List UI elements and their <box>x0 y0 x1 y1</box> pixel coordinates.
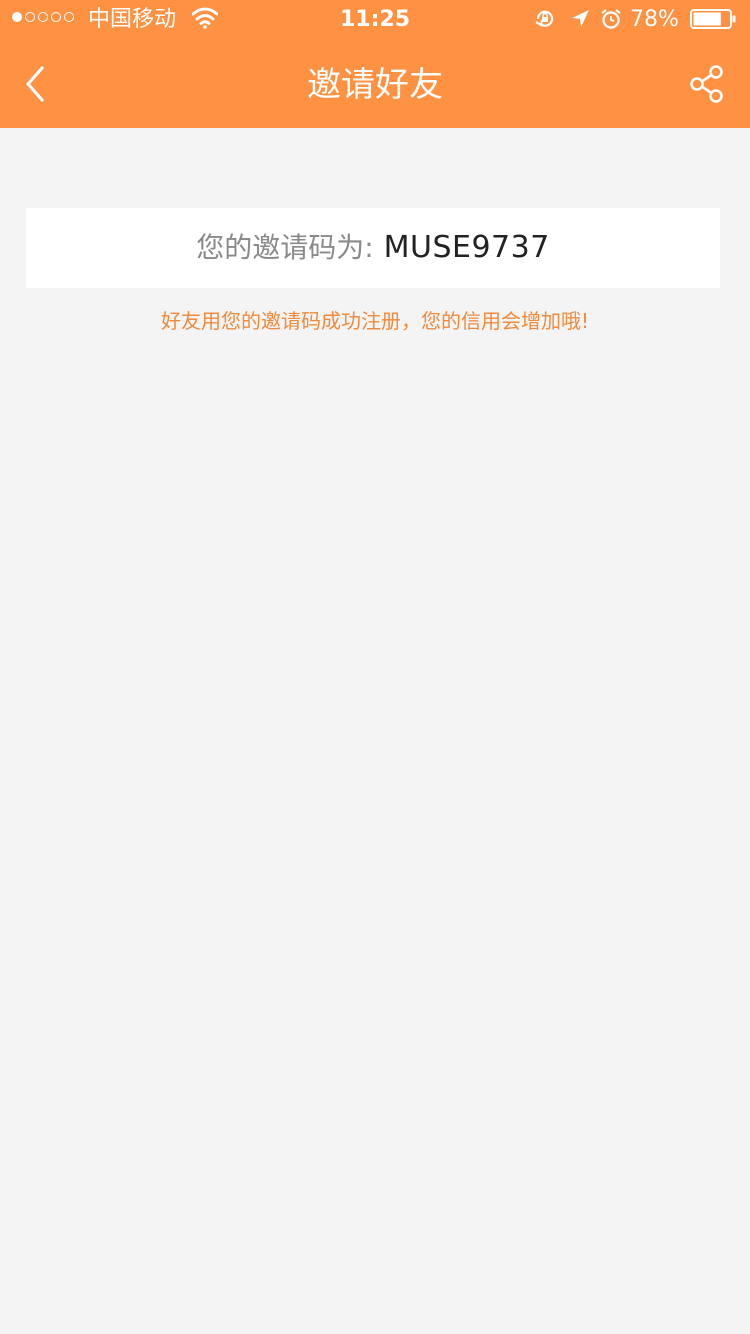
invite-hint-text: 好友用您的邀请码成功注册，您的信用会增加哦! <box>160 309 590 333</box>
page-title: 邀请好友 <box>307 65 443 105</box>
status-bar: 中国移动 11:25 78% <box>0 0 750 40</box>
alarm-clock-icon <box>601 9 621 29</box>
rotation-lock-icon <box>535 10 554 27</box>
top-bar: 中国移动 11:25 78% 邀请好友 <box>0 0 750 128</box>
invite-code-label: 您的邀请码为: <box>196 231 374 264</box>
battery-icon <box>690 9 736 29</box>
invite-code-card: 您的邀请码为: MUSE9737 <box>26 208 720 288</box>
share-icon[interactable] <box>688 64 726 104</box>
invite-code-value[interactable]: MUSE9737 <box>384 228 550 268</box>
location-arrow-icon <box>572 10 589 27</box>
battery-percent: 78% <box>630 7 679 32</box>
